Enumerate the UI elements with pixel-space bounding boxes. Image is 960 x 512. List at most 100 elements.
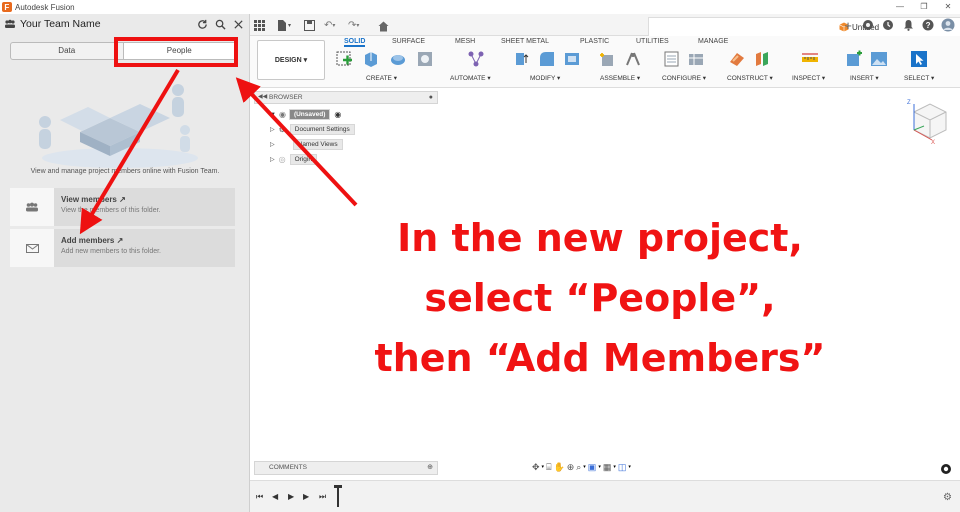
timeline-marker[interactable] — [334, 485, 342, 507]
viewcube[interactable]: Z X — [902, 96, 950, 144]
team-name[interactable]: Your Team Name — [20, 18, 101, 30]
notifications-icon[interactable] — [900, 17, 916, 33]
group-assemble[interactable]: ASSEMBLE ▾ — [600, 74, 640, 82]
timeline-settings-gear-icon[interactable]: ⚙ — [943, 492, 952, 503]
tab-surface[interactable]: SURFACE — [392, 38, 425, 45]
fillet-icon[interactable] — [538, 50, 556, 68]
group-modify[interactable]: MODIFY ▾ — [530, 74, 560, 82]
comments-panel[interactable]: COMMENTS ⊕ — [254, 461, 438, 475]
insert-image-icon[interactable] — [870, 50, 888, 68]
group-inspect[interactable]: INSPECT ▾ — [792, 74, 825, 82]
view-members-card[interactable]: View members ↗ View the members of this … — [10, 188, 235, 226]
orbit-icon[interactable]: ✥ — [532, 462, 540, 473]
shell-icon[interactable] — [563, 50, 581, 68]
tab-utilities[interactable]: UTILITIES — [636, 38, 669, 45]
joint-icon[interactable] — [624, 50, 642, 68]
timeline-start-icon[interactable]: ⏮ — [256, 492, 263, 502]
new-component-icon[interactable] — [598, 50, 616, 68]
file-icon[interactable] — [276, 19, 287, 31]
zoom-icon[interactable]: ⊕ — [567, 462, 575, 473]
timeline-play-icon[interactable]: ▶ — [288, 492, 294, 501]
visibility-icon[interactable]: ◉ — [279, 110, 286, 119]
quick-access-bar: ▾ ↶▾ ↷▾ Untitled ✕ + ? — [250, 14, 960, 36]
fusion-assistant-icon[interactable] — [941, 464, 951, 474]
group-insert[interactable]: INSERT ▾ — [850, 74, 879, 82]
press-pull-icon[interactable] — [513, 50, 531, 68]
new-tab-icon[interactable]: + — [840, 17, 856, 33]
redo-icon[interactable]: ↷ ▾ — [348, 18, 359, 32]
browser-item-named-views[interactable]: ▷ Named Views — [270, 139, 343, 150]
origin-label[interactable]: Origin — [289, 154, 317, 165]
group-automate[interactable]: AUTOMATE ▾ — [450, 74, 491, 82]
browser-panel-header[interactable]: ◀◀ BROWSER ● — [254, 91, 438, 104]
workspace-switcher[interactable]: DESIGN ▾ — [257, 40, 325, 80]
browser-item-document-settings[interactable]: ▷ ⚙ Document Settings — [270, 124, 355, 135]
tab-mesh[interactable]: MESH — [455, 38, 475, 45]
document-settings-label[interactable]: Document Settings — [289, 124, 355, 135]
named-views-label[interactable]: Named Views — [292, 139, 343, 150]
select-icon[interactable] — [910, 50, 928, 68]
table-icon[interactable] — [687, 50, 705, 68]
tab-solid[interactable]: SOLID — [344, 38, 366, 47]
display-settings-icon[interactable]: ▣ — [588, 462, 597, 473]
zoom-window-icon[interactable]: ⌕ — [576, 462, 581, 473]
job-status-icon[interactable] — [880, 17, 896, 33]
create-sketch-icon[interactable] — [335, 50, 353, 68]
comments-add-icon[interactable]: ⊕ — [427, 462, 433, 474]
close-panel-icon[interactable] — [233, 19, 244, 30]
expand-arrow-icon[interactable]: ▼ — [270, 112, 276, 118]
minimize-icon[interactable]: — — [888, 0, 912, 14]
view-members-title[interactable]: View members — [61, 195, 117, 204]
timeline-step-forward-icon[interactable]: ▶ — [303, 492, 309, 501]
look-at-icon[interactable]: ⌸ — [546, 462, 551, 473]
restore-icon[interactable]: ❐ — [912, 0, 936, 14]
group-create[interactable]: CREATE ▾ — [366, 74, 397, 82]
root-component-label[interactable]: (Unsaved) — [288, 109, 331, 120]
grid-apps-icon[interactable] — [254, 19, 265, 31]
group-construct[interactable]: CONSTRUCT ▾ — [727, 74, 773, 82]
viewports-icon[interactable]: ◫ — [618, 462, 627, 473]
browser-root-row[interactable]: ▼ ◉ (Unsaved) ◉ — [270, 109, 341, 120]
help-icon[interactable]: ? — [920, 17, 936, 33]
hidden-eye-icon[interactable]: ◎ — [279, 155, 286, 164]
close-window-icon[interactable]: ✕ — [936, 0, 960, 14]
measure-icon[interactable] — [801, 50, 819, 68]
annotation-line-1: In the new project, — [397, 216, 803, 260]
viewcube-z-label: Z — [907, 100, 911, 106]
tab-sheet-metal[interactable]: SHEET METAL — [501, 38, 549, 45]
offset-plane-icon[interactable] — [728, 50, 746, 68]
pan-icon[interactable]: ✋ — [553, 462, 564, 473]
automate-icon[interactable] — [467, 50, 485, 68]
collapse-icon[interactable]: ◀◀ — [258, 92, 267, 103]
tab-manage[interactable]: MANAGE — [698, 38, 728, 45]
browser-item-origin[interactable]: ▷ ◎ Origin — [270, 154, 317, 165]
search-icon[interactable] — [215, 19, 226, 30]
expand-arrow-icon[interactable]: ▷ — [270, 156, 275, 163]
group-select[interactable]: SELECT ▾ — [904, 74, 934, 82]
tab-plastic[interactable]: PLASTIC — [580, 38, 609, 45]
timeline-step-back-icon[interactable]: ◀ — [272, 492, 278, 501]
home-icon[interactable] — [378, 21, 389, 32]
midplane-icon[interactable] — [753, 50, 771, 68]
grid-snaps-icon[interactable]: ▦ — [603, 462, 612, 473]
expand-arrow-icon[interactable]: ▷ — [270, 126, 275, 133]
user-avatar[interactable] — [940, 17, 956, 33]
save-icon[interactable] — [304, 19, 315, 31]
timeline-end-icon[interactable]: ⏭ — [319, 492, 326, 502]
add-members-title[interactable]: Add members — [61, 236, 114, 245]
group-configure[interactable]: CONFIGURE ▾ — [662, 74, 706, 82]
activate-radio-icon[interactable]: ◉ — [334, 110, 341, 119]
add-members-card[interactable]: Add members ↗ Add new members to this fo… — [10, 229, 235, 267]
configure-icon[interactable] — [663, 50, 681, 68]
browser-options-icon[interactable]: ● — [429, 92, 433, 103]
expand-arrow-icon[interactable]: ▷ — [270, 141, 275, 148]
insert-derive-icon[interactable] — [845, 50, 863, 68]
revolve-icon[interactable] — [389, 50, 407, 68]
undo-icon[interactable]: ↶ ▾ — [324, 18, 335, 32]
extensions-icon[interactable] — [860, 17, 876, 33]
hole-icon[interactable] — [416, 50, 434, 68]
annotation-line-3: then “Add Members” — [374, 336, 826, 380]
extrude-icon[interactable] — [362, 50, 380, 68]
refresh-icon[interactable] — [197, 19, 208, 30]
tab-data[interactable]: Data — [11, 43, 123, 59]
